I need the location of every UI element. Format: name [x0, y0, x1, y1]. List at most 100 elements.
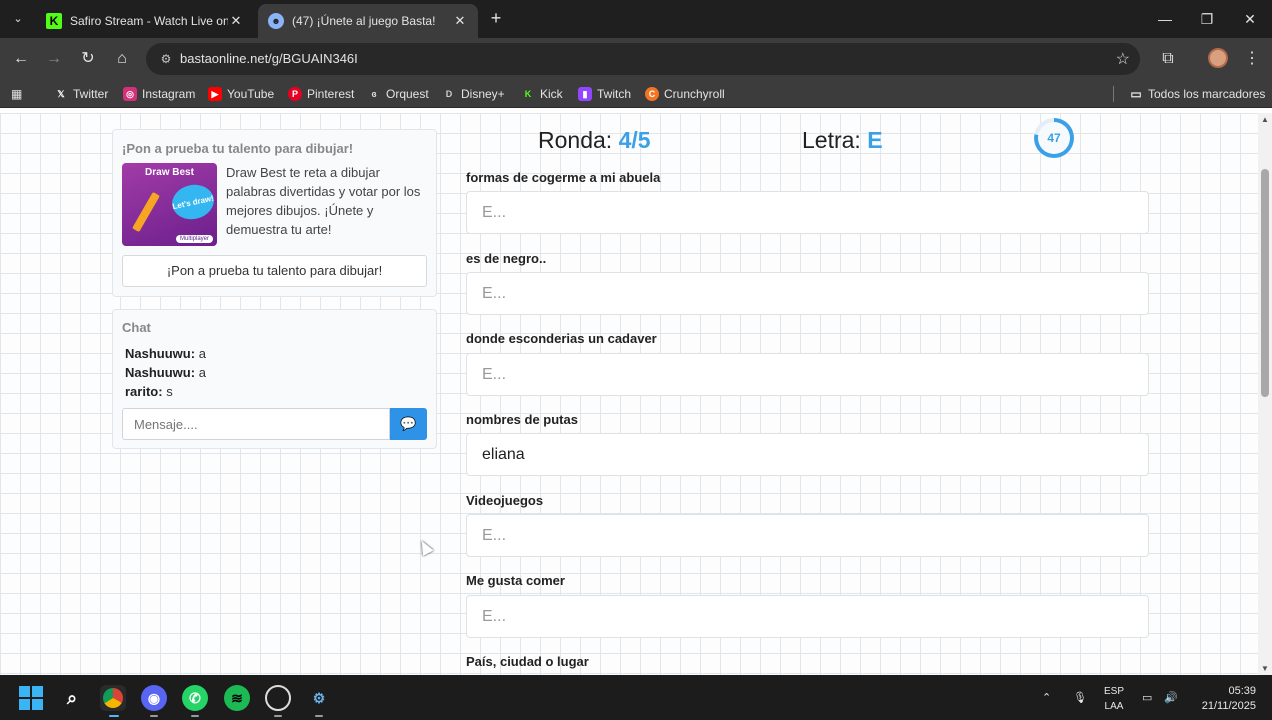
tab-title: (47) ¡Únete al juego Basta!: [292, 14, 436, 28]
layout-code: LAA: [1104, 701, 1124, 712]
system-clock[interactable]: 05:39 21/11/2025: [1190, 684, 1256, 714]
promo-image-tag: Multiplayer: [175, 235, 213, 243]
chrome-logo: [103, 688, 123, 708]
site-info-icon[interactable]: ⚙: [158, 51, 174, 67]
chat-text: s: [166, 384, 173, 399]
clock-date: 21/11/2025: [1201, 700, 1256, 712]
chat-message: Nashuuwu: a: [125, 363, 206, 382]
bookmark-orquest[interactable]: ɞ Orquest: [367, 86, 428, 102]
restore-icon[interactable]: ❐: [1194, 6, 1220, 32]
bookmark-label: Disney+: [461, 87, 505, 101]
chat-user: Nashuuwu:: [125, 346, 196, 361]
bookmark-label: Twitter: [73, 87, 109, 101]
chat-message: rarito: s: [125, 382, 206, 401]
windows-taskbar: ⌕ ◉ ✆ ≋ ⚙ ⌃ 🎙 ESP LAA ▭ 🔊 05:39 21/11/20…: [0, 675, 1272, 720]
language-indicator[interactable]: ESP LAA: [1101, 684, 1127, 714]
reload-icon[interactable]: ↻: [76, 47, 100, 71]
microphone-icon[interactable]: 🎙: [1073, 675, 1087, 720]
pinterest-icon: P: [288, 87, 302, 101]
whatsapp-icon[interactable]: ✆: [182, 685, 208, 711]
active-app-indicator: [109, 715, 119, 717]
send-message-button[interactable]: 💬: [390, 408, 427, 440]
chat-message-input[interactable]: [122, 408, 390, 440]
profile-avatar[interactable]: [1208, 48, 1228, 68]
bookmark-pinterest[interactable]: P Pinterest: [288, 86, 354, 102]
chat-title: Chat: [122, 320, 151, 335]
minimize-icon[interactable]: —: [1152, 6, 1178, 32]
app-indicator: [191, 715, 199, 717]
volume-icon[interactable]: 🔊: [1164, 675, 1178, 720]
folder-icon: ▭: [1130, 87, 1142, 101]
round-label: Ronda:: [538, 127, 613, 153]
close-tab-icon[interactable]: ✕: [452, 13, 468, 29]
page-content: ¡Pon a prueba tu talento para dibujar! D…: [0, 113, 1258, 675]
bookmark-disney[interactable]: D Disney+: [442, 86, 505, 102]
bookmark-twitter[interactable]: 𝕏 Twitter: [54, 86, 108, 102]
close-tab-icon[interactable]: ✕: [228, 13, 244, 29]
timer-value: 47: [1038, 122, 1070, 154]
chat-user: rarito:: [125, 384, 163, 399]
pencil-icon: [132, 191, 160, 233]
tray-overflow-icon[interactable]: ⌃: [1042, 675, 1051, 720]
bookmark-instagram[interactable]: ◎ Instagram: [123, 86, 195, 102]
discord-icon[interactable]: ◉: [141, 685, 167, 711]
network-icon[interactable]: ▭: [1142, 675, 1152, 720]
app-indicator: [315, 715, 323, 717]
all-bookmarks-folder[interactable]: ▭ Todos los marcadores: [1129, 86, 1265, 102]
bookmark-youtube[interactable]: ▶ YouTube: [208, 86, 274, 102]
x-logo-icon: 𝕏: [57, 88, 65, 99]
chat-user: Nashuuwu:: [125, 365, 196, 380]
category-input[interactable]: [466, 433, 1149, 476]
draw-best-thumbnail[interactable]: Draw Best Let's draw! Multiplayer: [122, 163, 217, 246]
tab-basta[interactable]: ☻ (47) ¡Únete al juego Basta! ✕: [258, 4, 478, 38]
apps-grid-icon[interactable]: ▦: [11, 86, 27, 102]
round-value: 4/5: [618, 127, 651, 153]
chat-panel: Chat Nashuuwu: a Nashuuwu: a rarito: s 💬: [112, 309, 437, 449]
bookmark-label: Kick: [540, 87, 563, 101]
category-label: formas de cogerme a mi abuela: [466, 170, 661, 185]
basta-icon: ☻: [268, 13, 284, 29]
category-label: es de negro..: [466, 251, 547, 266]
category-input[interactable]: [466, 514, 1149, 557]
tab-safiro-stream[interactable]: K Safiro Stream - Watch Live on K ✕: [36, 4, 254, 38]
extensions-icon[interactable]: ⧉: [1156, 47, 1180, 71]
promo-image-badge: Let's draw!: [168, 181, 217, 223]
scroll-up-icon[interactable]: ▲: [1261, 115, 1269, 124]
bookmark-twitch[interactable]: ▮ Twitch: [578, 86, 631, 102]
bookmark-star-icon[interactable]: ☆: [1116, 49, 1130, 69]
category-label: País, ciudad o lugar: [466, 654, 589, 669]
category-input[interactable]: [466, 353, 1149, 396]
back-icon[interactable]: ←: [9, 47, 33, 71]
close-window-icon[interactable]: ✕: [1237, 6, 1263, 32]
spotify-icon[interactable]: ≋: [224, 685, 250, 711]
promo-button[interactable]: ¡Pon a prueba tu talento para dibujar!: [122, 255, 427, 287]
chat-text: a: [198, 365, 206, 380]
steam-icon[interactable]: ⚙: [306, 685, 332, 711]
tab-search-chevron-icon[interactable]: ⌄: [8, 9, 28, 29]
page-scrollbar[interactable]: ▲ ▼: [1258, 113, 1272, 675]
new-tab-icon[interactable]: +: [486, 8, 506, 28]
obs-icon[interactable]: [265, 685, 291, 711]
instagram-icon: ◎: [123, 87, 137, 101]
promo-image-heading: Draw Best: [145, 167, 194, 178]
scroll-thumb[interactable]: [1261, 169, 1269, 397]
app-indicator: [150, 715, 158, 717]
tab-title: Safiro Stream - Watch Live on K: [70, 14, 228, 28]
bookmark-label: Pinterest: [307, 87, 355, 101]
windows-start-icon[interactable]: [18, 685, 44, 711]
category-input[interactable]: [466, 595, 1149, 638]
search-icon[interactable]: ⌕: [59, 685, 85, 711]
scroll-down-icon[interactable]: ▼: [1261, 664, 1269, 673]
chrome-icon[interactable]: [100, 685, 126, 711]
category-input[interactable]: [466, 191, 1149, 234]
crunchyroll-icon: C: [645, 87, 659, 101]
mouse-cursor-icon: [416, 538, 434, 556]
letter-indicator: Letra: E: [802, 127, 883, 154]
menu-icon[interactable]: ⋮: [1240, 47, 1264, 71]
bookmark-crunchyroll[interactable]: C Crunchyroll: [645, 86, 725, 102]
home-icon[interactable]: ⌂: [110, 47, 134, 71]
url-text[interactable]: bastaonline.net/g/BGUAIN346I: [180, 51, 358, 66]
address-bar[interactable]: ⚙ bastaonline.net/g/BGUAIN346I ☆: [146, 43, 1140, 75]
category-input[interactable]: [466, 272, 1149, 315]
bookmark-kick[interactable]: K Kick: [521, 86, 563, 102]
